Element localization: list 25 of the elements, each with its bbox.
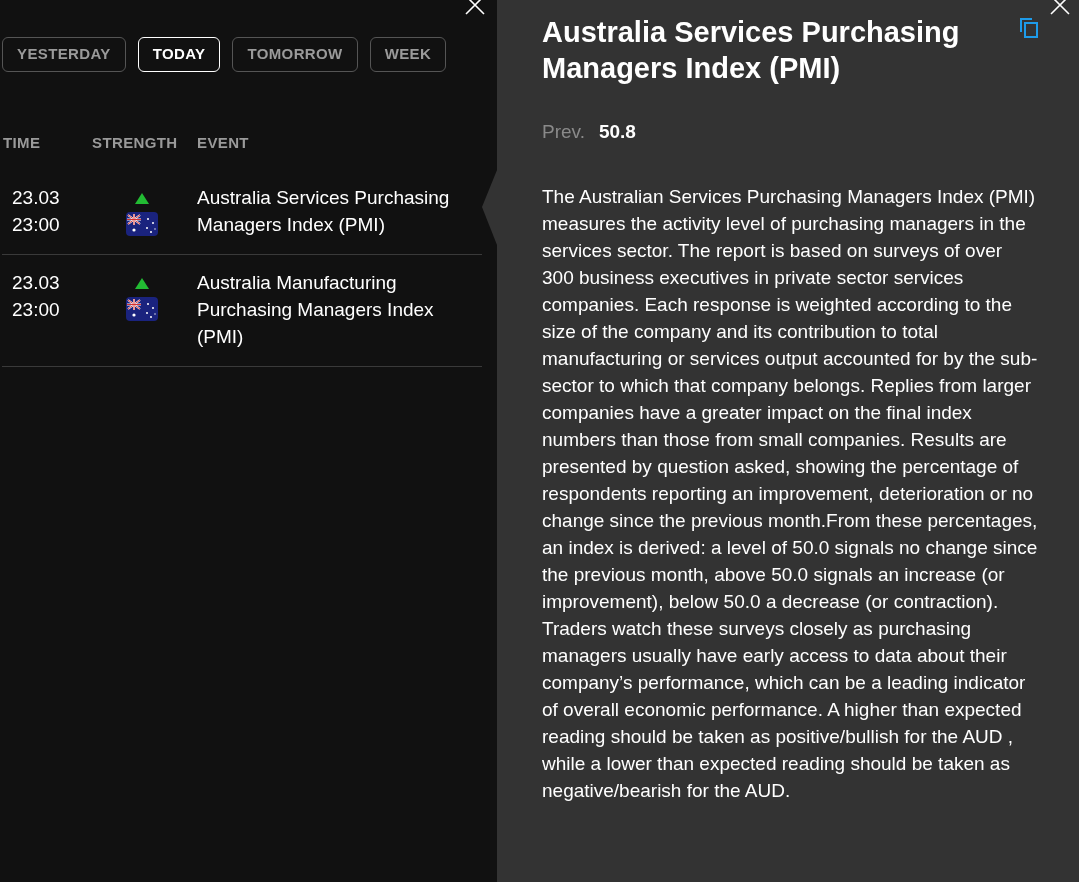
column-header: EVENT <box>197 133 249 153</box>
triangle-up-icon <box>134 277 149 289</box>
previous-label: Prev. <box>542 120 585 144</box>
close-icon[interactable] <box>464 0 486 16</box>
event-time: 23:00 <box>12 212 61 237</box>
event-date: 23.03 <box>12 185 61 210</box>
day-tab[interactable]: TOMORROW <box>232 37 358 72</box>
event-title: Australia Services Purchasing Managers Index (PMI) <box>542 15 961 86</box>
event-description: The Australian Services Purchasing Managers Index (PMI) measures the activity level of purchasing managers in the services sector. The report is based on surveys of over 300 business executives in private sector services companies. Each response is weighted according to the size of the company and its contribution to total manufacturing or services output accounted for by the sub-sector to which that company belongs. Replies from larger companies have a greater impact on the final index numbers than those from small companies. Results are presented by question asked, showing the percentage of respondents reporting an improvement, deterioration or no change since the previous month.From these percentages, an index is derived: a level of 50.0 signals no change since the previous month, above 50.0 signals an increase (or improvement), below 50.0 a decrease (or contraction). Traders watch these surveys closely as purchasing managers usually have early access to data about their company’s performance, which can be a leading indicator of overall economic performance. A higher than expected reading should be taken as positive/bullish for the AUD , while a lower than expected reading should be taken as negative/bearish for the AUD. <box>542 184 1039 803</box>
event-name: Australia Manufacturing Purchasing Managers Index (PMI) <box>197 270 435 349</box>
close-icon[interactable] <box>1049 0 1071 16</box>
column-header: STRENGTH <box>92 133 179 153</box>
event-time: 23:00 <box>12 297 61 322</box>
event-date: 23.03 <box>12 270 61 295</box>
column-header: TIME <box>3 133 42 153</box>
day-tab[interactable]: YESTERDAY <box>2 37 126 72</box>
triangle-up-icon <box>134 192 149 204</box>
flag-icon <box>125 296 158 321</box>
copy-icon[interactable] <box>1020 18 1038 38</box>
day-tab[interactable]: TODAY <box>137 37 221 72</box>
day-tab[interactable]: WEEK <box>369 37 447 72</box>
event-name: Australia Services Purchasing Managers Index (PMI) <box>197 185 451 237</box>
event-row[interactable]: 23.03 23:00 Australia Manufacturing Purchasing Managers Index (PMI) <box>2 254 482 367</box>
previous-value: 50.8 <box>598 120 636 144</box>
flag-icon <box>125 211 158 236</box>
